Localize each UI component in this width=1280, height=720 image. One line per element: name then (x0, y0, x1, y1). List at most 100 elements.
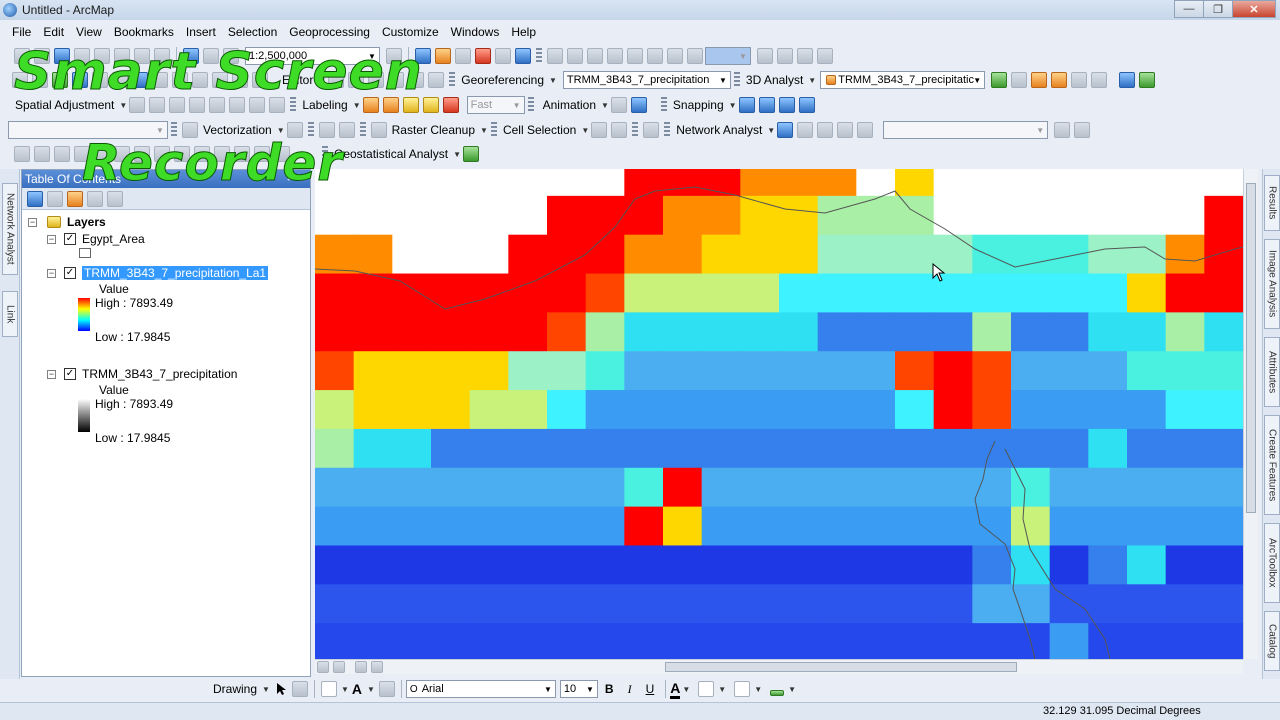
edge-snapping-icon[interactable] (798, 97, 815, 113)
new-document-icon[interactable] (14, 48, 30, 64)
marker-color-icon[interactable] (770, 690, 785, 696)
full-extent-layout-icon[interactable] (607, 48, 623, 64)
close-button[interactable]: ✕ (1232, 0, 1276, 18)
grayscale-ramp-swatch[interactable] (78, 399, 90, 432)
network-add-icon[interactable] (643, 122, 660, 138)
new-identity-link-icon[interactable] (209, 97, 226, 113)
color-ramp-swatch[interactable] (78, 298, 90, 331)
data-view-icon[interactable] (317, 661, 329, 673)
select-move-network-icon[interactable] (817, 122, 834, 138)
arcscene-icon[interactable] (1119, 72, 1136, 88)
manual-link-icon[interactable] (154, 146, 170, 162)
vertical-scroll-thumb[interactable] (1246, 183, 1256, 513)
rotate-icon[interactable] (291, 681, 308, 697)
label-quality-combo[interactable]: Fast ▼ (466, 96, 525, 114)
layer-trmm-precipitation[interactable]: − ✓ TRMM_3B43_7_precipitation (47, 367, 237, 381)
font-combo[interactable]: O Arial ▼ (405, 680, 556, 698)
zoom-out-fixed-icon[interactable] (567, 48, 583, 64)
italic-button[interactable]: I (628, 682, 632, 697)
map-vertical-scrollbar[interactable] (1243, 169, 1258, 659)
capture-view-icon[interactable] (610, 97, 627, 113)
georeferencing-layer-combo[interactable]: TRMM_3B43_7_precipitation ▼ (562, 71, 731, 89)
fixed-zoom-out-icon[interactable] (112, 72, 128, 88)
zoom-in-fixed-icon[interactable] (547, 48, 563, 64)
new-displacement-link-icon[interactable] (149, 97, 166, 113)
bold-button[interactable]: B (605, 682, 614, 696)
line-color-icon[interactable] (734, 681, 751, 697)
python-window-icon[interactable] (495, 48, 511, 64)
go-back-extent-icon[interactable] (667, 48, 683, 64)
underline-button[interactable]: U (646, 682, 655, 696)
pause-labeling-icon[interactable] (442, 97, 459, 113)
georeferencing-menu[interactable]: Georeferencing (461, 73, 544, 87)
geostatistical-wizard-icon[interactable] (462, 146, 479, 162)
editor-menu[interactable]: Editor (282, 73, 313, 87)
minimize-button[interactable]: — (1174, 0, 1204, 18)
interpolate-line-icon[interactable] (1051, 72, 1068, 88)
lock-labels-icon[interactable] (422, 97, 439, 113)
select-elements-icon[interactable] (276, 682, 288, 696)
solve-icon[interactable] (837, 122, 854, 138)
menu-insert[interactable]: Insert (186, 25, 216, 39)
tab-catalog[interactable]: Catalog (1264, 611, 1280, 671)
toggle-draft-mode-icon[interactable] (757, 48, 773, 64)
menu-view[interactable]: View (76, 25, 102, 39)
tab-attributes[interactable]: Attributes (1264, 337, 1280, 407)
view-link-table-icon[interactable] (94, 146, 110, 162)
generate-features-icon[interactable] (338, 122, 355, 138)
layer-egypt-area[interactable]: − ✓ Egypt_Area (47, 232, 145, 246)
network-analyst-menu[interactable]: Network Analyst (676, 123, 762, 137)
layer-visibility-checkbox[interactable]: ✓ (64, 267, 76, 279)
network-analyst-window-icon[interactable] (777, 122, 794, 138)
menu-file[interactable]: File (12, 25, 31, 39)
tab-link[interactable]: Link (2, 291, 18, 337)
3d-analyst-layer-combo[interactable]: TRMM_3B43_7_precipitatic ▼ (820, 71, 986, 89)
tab-results[interactable]: Results (1264, 175, 1280, 231)
layout-view-icon[interactable] (333, 661, 345, 673)
animation-menu[interactable]: Animation (543, 98, 596, 112)
georef-magnifier-icon[interactable] (254, 146, 270, 162)
edit-annotation-icon[interactable] (348, 72, 365, 88)
delete-icon[interactable] (154, 48, 170, 64)
clear-limited-adjustment-icon[interactable] (249, 97, 266, 113)
3d-analyst-menu[interactable]: 3D Analyst (746, 73, 803, 87)
map-scale-combo[interactable]: 1:2,500,000 ▼ (245, 47, 380, 65)
edit-vertices-icon[interactable] (428, 72, 445, 88)
edit-vertices-icon[interactable] (378, 681, 395, 697)
menu-customize[interactable]: Customize (382, 25, 439, 39)
raster-layer-combo[interactable]: ▼ (8, 121, 168, 139)
tab-image-analysis[interactable]: Image Analysis (1264, 239, 1280, 329)
clear-selection-icon[interactable] (192, 72, 208, 88)
menu-selection[interactable]: Selection (228, 25, 277, 39)
link-settings-icon[interactable] (194, 146, 210, 162)
collapse-icon[interactable]: − (47, 234, 56, 244)
forward-extent-icon[interactable] (152, 72, 168, 88)
snapping-menu[interactable]: Snapping (673, 98, 724, 112)
toc-close-icon[interactable]: ✕ (297, 171, 306, 184)
profile-graph-icon[interactable] (1091, 72, 1108, 88)
full-extent-icon[interactable] (72, 72, 88, 88)
pause-drawing-icon[interactable] (371, 661, 383, 673)
find-icon[interactable] (252, 72, 268, 88)
georef-swipe-icon[interactable] (274, 146, 290, 162)
egypt-area-symbol[interactable] (79, 248, 91, 258)
modify-link-icon[interactable] (169, 97, 186, 113)
create-network-location-icon[interactable] (797, 122, 814, 138)
go-forward-extent-icon[interactable] (687, 48, 703, 64)
straight-segment-icon[interactable] (368, 72, 385, 88)
select-elements-arrow-icon[interactable] (129, 97, 146, 113)
georef-scale-icon[interactable] (54, 146, 70, 162)
cell-selection-menu[interactable]: Cell Selection (503, 123, 576, 137)
map-horizontal-scrollbar[interactable] (315, 659, 1243, 674)
georef-grid-icon[interactable] (234, 146, 250, 162)
menu-bookmarks[interactable]: Bookmarks (114, 25, 174, 39)
layers-node[interactable]: − Layers (28, 215, 106, 229)
layer-trmm-la1[interactable]: − ✓ TRMM_3B43_7_precipitation_La1 (47, 266, 269, 280)
spatial-adjustment-menu[interactable]: Spatial Adjustment (15, 98, 114, 112)
new-limited-adjustment-icon[interactable] (229, 97, 246, 113)
directions-icon[interactable] (1054, 122, 1071, 138)
pan-icon[interactable] (52, 72, 68, 88)
drawing-menu[interactable]: Drawing (213, 682, 257, 696)
map-display[interactable] (315, 169, 1243, 659)
interpolate-point-icon[interactable] (1071, 72, 1088, 88)
